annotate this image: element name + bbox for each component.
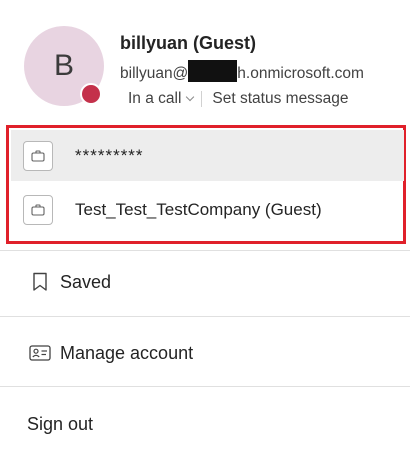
account-item-test-company[interactable]: Test_Test_TestCompany (Guest) bbox=[11, 184, 404, 235]
divider bbox=[0, 386, 410, 387]
manage-account-menu-item[interactable]: Manage account bbox=[0, 328, 410, 378]
set-status-message-link[interactable]: Set status message bbox=[212, 90, 348, 108]
avatar-initial: B bbox=[53, 49, 74, 82]
divider bbox=[0, 250, 410, 251]
account-switcher-list: ********* Test_Test_TestCompany (Guest) bbox=[6, 125, 406, 244]
saved-label: Saved bbox=[60, 271, 112, 292]
manage-account-label: Manage account bbox=[60, 342, 194, 363]
sign-out-label: Sign out bbox=[27, 413, 94, 434]
email-address: billyuan@ h.onmicrosoft.com bbox=[120, 60, 364, 83]
sign-out-menu-item[interactable]: Sign out bbox=[0, 399, 410, 449]
profile-header: B billyuan (Guest) billyuan@ h.onmicrosof… bbox=[0, 0, 410, 122]
chevron-down-icon bbox=[186, 92, 195, 102]
account-item-label: Test_Test_TestCompany (Guest) bbox=[75, 199, 322, 219]
contact-card-icon bbox=[28, 341, 52, 365]
email-prefix: billyuan@ bbox=[120, 65, 189, 82]
email-suffix: h.onmicrosoft.com bbox=[237, 65, 364, 82]
status-separator bbox=[201, 91, 203, 107]
status-row: In a call Set status message bbox=[128, 88, 349, 110]
briefcase-icon bbox=[23, 140, 53, 171]
display-name: billyuan (Guest) bbox=[120, 33, 257, 53]
redaction-block bbox=[188, 60, 238, 82]
bookmark-icon bbox=[28, 270, 52, 294]
saved-menu-item[interactable]: Saved bbox=[0, 257, 410, 307]
presence-status-dropdown[interactable]: In a call bbox=[128, 90, 195, 108]
account-item-current[interactable]: ********* bbox=[11, 130, 404, 181]
presence-status-label: In a call bbox=[128, 90, 182, 107]
briefcase-icon bbox=[23, 194, 53, 225]
divider bbox=[0, 316, 410, 317]
presence-busy-indicator bbox=[80, 83, 102, 105]
account-menu-panel: B billyuan (Guest) billyuan@ h.onmicrosof… bbox=[0, 0, 410, 450]
account-item-label: ********* bbox=[75, 145, 144, 165]
